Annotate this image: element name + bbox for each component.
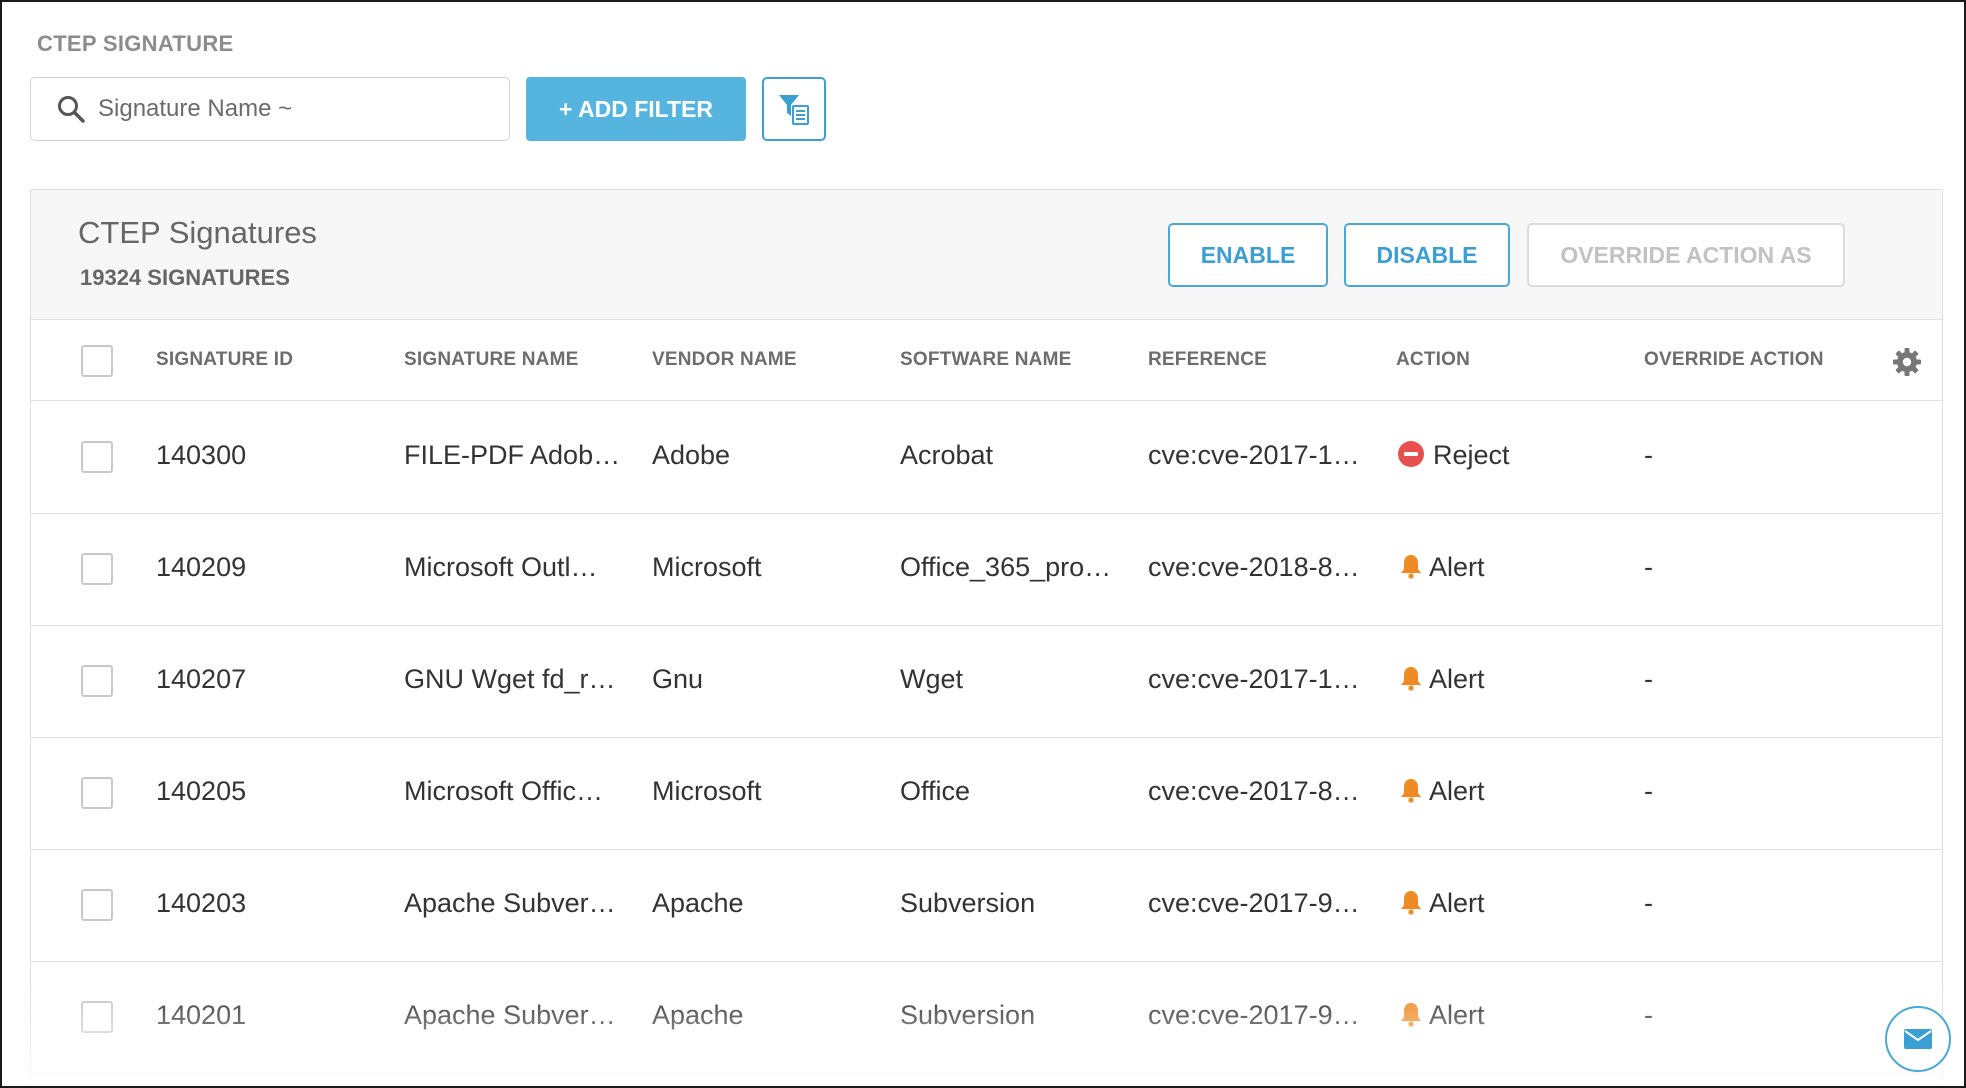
action-value: Alert <box>1429 552 1485 582</box>
panel-title: CTEP Signatures <box>78 215 317 250</box>
software-name: Office_365_pro… <box>900 552 1112 582</box>
column-header-reference[interactable]: REFERENCE <box>1148 349 1267 371</box>
filter-list-button[interactable] <box>762 77 826 141</box>
filter-list-icon <box>779 95 809 125</box>
signature-id: 140205 <box>156 776 247 806</box>
reference: cve:cve-2017-1… <box>1148 440 1360 470</box>
table-row[interactable]: 140300 FILE-PDF Adob… Adobe Acrobat cve:… <box>31 402 1942 514</box>
disable-button[interactable]: DISABLE <box>1344 223 1510 287</box>
signature-id: 140300 <box>156 440 247 470</box>
select-all-checkbox[interactable] <box>81 345 113 377</box>
vendor-name: Microsoft <box>652 776 762 806</box>
row-checkbox[interactable] <box>81 553 113 585</box>
signature-name: Microsoft Outl… <box>404 552 598 582</box>
action-value: Alert <box>1429 664 1485 694</box>
vendor-name: Adobe <box>652 440 731 470</box>
override-action-value: - <box>1644 552 1653 582</box>
override-action-value: - <box>1644 888 1653 918</box>
row-checkbox[interactable] <box>81 441 113 473</box>
signature-id: 140207 <box>156 664 247 694</box>
software-name: Subversion <box>900 1000 1036 1030</box>
override-action-value: - <box>1644 664 1653 694</box>
vendor-name: Gnu <box>652 664 704 694</box>
action-value: Alert <box>1429 776 1485 806</box>
software-name: Acrobat <box>900 440 994 470</box>
override-action-value: - <box>1644 440 1653 470</box>
add-filter-button[interactable]: + ADD FILTER <box>526 77 746 141</box>
action-value: Alert <box>1429 1000 1485 1030</box>
enable-button[interactable]: ENABLE <box>1168 223 1328 287</box>
reference: cve:cve-2017-1… <box>1148 664 1360 694</box>
vendor-name: Apache <box>652 1000 744 1030</box>
table-row[interactable]: 140205 Microsoft Offic… Microsoft Office… <box>31 738 1942 850</box>
signature-id: 140203 <box>156 888 247 918</box>
column-header-vendor-name[interactable]: VENDOR NAME <box>652 349 797 371</box>
signature-name: GNU Wget fd_r… <box>404 664 616 694</box>
signature-name: Microsoft Offic… <box>404 776 604 806</box>
column-header-override-action[interactable]: OVERRIDE ACTION <box>1644 349 1824 371</box>
reference: cve:cve-2018-8… <box>1148 552 1360 582</box>
row-checkbox[interactable] <box>81 1001 113 1033</box>
search-icon <box>58 96 85 123</box>
action-value: Reject <box>1433 440 1510 470</box>
table-row[interactable]: 140207 GNU Wget fd_r… Gnu Wget cve:cve-2… <box>31 626 1942 738</box>
software-name: Subversion <box>900 888 1036 918</box>
reference: cve:cve-2017-9… <box>1148 888 1360 918</box>
column-header-action[interactable]: ACTION <box>1396 349 1470 371</box>
mail-button[interactable] <box>1885 1006 1951 1072</box>
bell-icon <box>1401 555 1421 579</box>
row-checkbox[interactable] <box>81 777 113 809</box>
table-row[interactable]: 140201 Apache Subver… Apache Subversion … <box>31 962 1942 1074</box>
bell-icon <box>1401 1003 1421 1027</box>
panel-header: CTEP Signatures 19324 SIGNATURES ENABLE … <box>31 190 1942 320</box>
bell-icon <box>1401 891 1421 915</box>
table-header: SIGNATURE ID SIGNATURE NAME VENDOR NAME … <box>31 321 1942 401</box>
search-box[interactable] <box>30 77 510 141</box>
override-action-value: - <box>1644 1000 1653 1030</box>
override-action-value: - <box>1644 776 1653 806</box>
row-checkbox[interactable] <box>81 665 113 697</box>
software-name: Office <box>900 776 971 806</box>
row-checkbox[interactable] <box>81 889 113 921</box>
table-row[interactable]: 140209 Microsoft Outl… Microsoft Office_… <box>31 514 1942 626</box>
table-row[interactable]: 140203 Apache Subver… Apache Subversion … <box>31 850 1942 962</box>
signature-name: Apache Subver… <box>404 888 616 918</box>
mail-icon <box>1904 1029 1932 1049</box>
bell-icon <box>1401 667 1421 691</box>
gear-icon[interactable] <box>1892 347 1922 377</box>
column-header-signature-id[interactable]: SIGNATURE ID <box>156 349 293 371</box>
signature-id: 140209 <box>156 552 247 582</box>
vendor-name: Microsoft <box>652 552 762 582</box>
page-title: CTEP SIGNATURE <box>37 31 234 56</box>
bell-icon <box>1401 779 1421 803</box>
software-name: Wget <box>900 664 964 694</box>
reference: cve:cve-2017-8… <box>1148 776 1360 806</box>
signature-id: 140201 <box>156 1000 247 1030</box>
search-input[interactable] <box>98 95 478 123</box>
vendor-name: Apache <box>652 888 744 918</box>
reject-icon <box>1398 441 1424 467</box>
app-frame: CTEP SIGNATURE + ADD FILTER CTEP Signatu… <box>0 0 1966 1088</box>
signature-name: FILE-PDF Adob… <box>404 440 621 470</box>
signature-name: Apache Subver… <box>404 1000 616 1030</box>
signatures-panel: CTEP Signatures 19324 SIGNATURES ENABLE … <box>30 189 1943 1086</box>
column-header-software-name[interactable]: SOFTWARE NAME <box>900 349 1072 371</box>
override-action-button[interactable]: OVERRIDE ACTION AS <box>1527 223 1845 287</box>
reference: cve:cve-2017-9… <box>1148 1000 1360 1030</box>
action-value: Alert <box>1429 888 1485 918</box>
column-header-signature-name[interactable]: SIGNATURE NAME <box>404 349 579 371</box>
signature-count: 19324 SIGNATURES <box>80 265 290 290</box>
